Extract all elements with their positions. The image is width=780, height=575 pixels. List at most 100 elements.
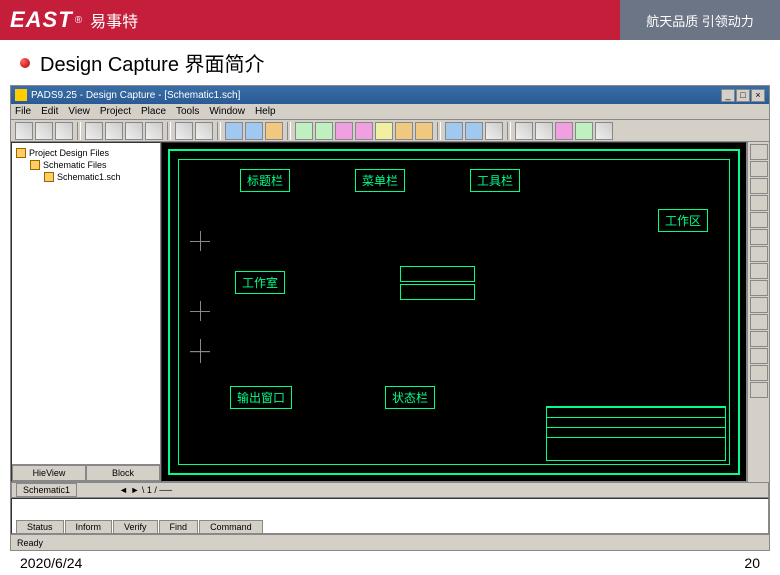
- minimize-button[interactable]: _: [721, 89, 735, 102]
- toolbar-port-icon[interactable]: [375, 122, 393, 140]
- callout-menubar: 菜单栏: [355, 169, 405, 192]
- callout-workarea: 工作区: [658, 209, 708, 232]
- toolbar-redo-icon[interactable]: [195, 122, 213, 140]
- toolbar-help-icon[interactable]: [595, 122, 613, 140]
- tool-zoom-icon[interactable]: [750, 348, 768, 364]
- toolbar-colors-icon[interactable]: [575, 122, 593, 140]
- file-icon: [44, 172, 54, 182]
- toolbar-grid-icon[interactable]: [265, 122, 283, 140]
- title-block: [546, 406, 726, 461]
- output-tab-command[interactable]: Command: [199, 520, 263, 533]
- tool-copy-icon[interactable]: [750, 229, 768, 245]
- tool-circle-icon[interactable]: [750, 280, 768, 296]
- tool-pan-icon[interactable]: [750, 365, 768, 381]
- project-tree[interactable]: Project Design Files Schematic Files Sch…: [12, 143, 160, 464]
- tool-measure-icon[interactable]: [750, 331, 768, 347]
- tree-schematic-file[interactable]: Schematic1.sch: [44, 171, 156, 183]
- app-window: PADS9.25 - Design Capture - [Schematic1.…: [10, 85, 770, 551]
- toolbar-options-icon[interactable]: [535, 122, 553, 140]
- toolbar-print-icon[interactable]: [85, 122, 103, 140]
- menu-project[interactable]: Project: [100, 106, 131, 117]
- window-controls: _ □ ×: [721, 89, 765, 102]
- tab-hierview[interactable]: HieView: [12, 465, 86, 481]
- banner-left: EAST ® 易事特: [0, 0, 620, 40]
- tool-delete-icon[interactable]: [750, 212, 768, 228]
- toolbar-separator: [287, 122, 291, 140]
- menu-help[interactable]: Help: [255, 106, 276, 117]
- close-button[interactable]: ×: [751, 89, 765, 102]
- tool-line-icon[interactable]: [750, 246, 768, 262]
- toolbar-power-icon[interactable]: [415, 122, 433, 140]
- toolbar-cut-icon[interactable]: [105, 122, 123, 140]
- menu-tools[interactable]: Tools: [176, 106, 199, 117]
- toolbar-save-icon[interactable]: [55, 122, 73, 140]
- toolbar-copy-icon[interactable]: [125, 122, 143, 140]
- title-block-row: [547, 437, 725, 447]
- title-block-row: [547, 407, 725, 417]
- tool-arc-icon[interactable]: [750, 297, 768, 313]
- output-tab-verify[interactable]: Verify: [113, 520, 158, 533]
- menu-edit[interactable]: Edit: [41, 106, 58, 117]
- statusbar: Ready: [11, 534, 769, 550]
- menubar[interactable]: File Edit View Project Place Tools Windo…: [11, 104, 769, 120]
- tool-snap-icon[interactable]: [750, 382, 768, 398]
- menu-place[interactable]: Place: [141, 106, 166, 117]
- toolbar-wire-icon[interactable]: [315, 122, 333, 140]
- tab-schematic[interactable]: Schematic1: [16, 483, 77, 497]
- component-symbol: [400, 266, 475, 282]
- status-text: Ready: [17, 538, 43, 548]
- slide-footer: 2020/6/24 20: [0, 551, 780, 575]
- tool-move-icon[interactable]: [750, 161, 768, 177]
- callout-statusbar: 状态栏: [385, 386, 435, 409]
- toolbar-find-icon[interactable]: [515, 122, 533, 140]
- maximize-button[interactable]: □: [736, 89, 750, 102]
- toolbar-zoom-icon[interactable]: [225, 122, 243, 140]
- tool-mirror-icon[interactable]: [750, 195, 768, 211]
- output-window[interactable]: Status Inform Verify Find Command: [11, 498, 769, 534]
- title-block-row: [547, 427, 725, 437]
- toolbar-net-icon[interactable]: [335, 122, 353, 140]
- output-tab-find[interactable]: Find: [159, 520, 199, 533]
- toolbar-ground-icon[interactable]: [395, 122, 413, 140]
- main-area: Project Design Files Schematic Files Sch…: [11, 142, 769, 482]
- marker-cross-icon: [190, 339, 210, 363]
- toolbar-zoomfit-icon[interactable]: [245, 122, 263, 140]
- toolbar-erc-icon[interactable]: [465, 122, 483, 140]
- output-tab-status[interactable]: Status: [16, 520, 64, 533]
- tool-rotate-icon[interactable]: [750, 178, 768, 194]
- toolbar-separator: [77, 122, 81, 140]
- tool-select-icon[interactable]: [750, 144, 768, 160]
- toolbar-paste-icon[interactable]: [145, 122, 163, 140]
- toolbar-part-icon[interactable]: [295, 122, 313, 140]
- toolbar-undo-icon[interactable]: [175, 122, 193, 140]
- tool-text-icon[interactable]: [750, 314, 768, 330]
- tree-schematic-folder[interactable]: Schematic Files: [30, 159, 156, 171]
- toolbar-open-icon[interactable]: [35, 122, 53, 140]
- menu-file[interactable]: File: [15, 106, 31, 117]
- titlebar: PADS9.25 - Design Capture - [Schematic1.…: [11, 86, 769, 104]
- marker-cross-icon: [190, 301, 210, 321]
- tab-block[interactable]: Block: [86, 465, 160, 481]
- component-symbol: [400, 284, 475, 300]
- toolbar: [11, 120, 769, 142]
- toolbar-new-icon[interactable]: [15, 122, 33, 140]
- sheet-border: 标题栏 菜单栏 工具栏 工作区 工作室 输出窗口 状态栏: [168, 149, 740, 475]
- callout-toolbar: 工具栏: [470, 169, 520, 192]
- schematic-canvas[interactable]: 标题栏 菜单栏 工具栏 工作区 工作室 输出窗口 状态栏: [161, 142, 747, 482]
- app-icon: [15, 89, 27, 101]
- menu-view[interactable]: View: [68, 106, 90, 117]
- toolbar-separator: [437, 122, 441, 140]
- output-tab-inform[interactable]: Inform: [65, 520, 113, 533]
- slide-title-row: Design Capture 界面简介: [0, 40, 780, 85]
- toolbar-verify-icon[interactable]: [445, 122, 463, 140]
- menu-window[interactable]: Window: [209, 106, 245, 117]
- tool-rect-icon[interactable]: [750, 263, 768, 279]
- toolbar-bus-icon[interactable]: [355, 122, 373, 140]
- toolbar-layers-icon[interactable]: [555, 122, 573, 140]
- callout-output: 输出窗口: [230, 386, 292, 409]
- tree-root[interactable]: Project Design Files: [16, 147, 156, 159]
- toolbar-netlist-icon[interactable]: [485, 122, 503, 140]
- document-tabs: Schematic1 ◄ ► \ 1 / ──: [11, 482, 769, 498]
- window-title: PADS9.25 - Design Capture - [Schematic1.…: [31, 90, 240, 101]
- title-block-row: [547, 417, 725, 427]
